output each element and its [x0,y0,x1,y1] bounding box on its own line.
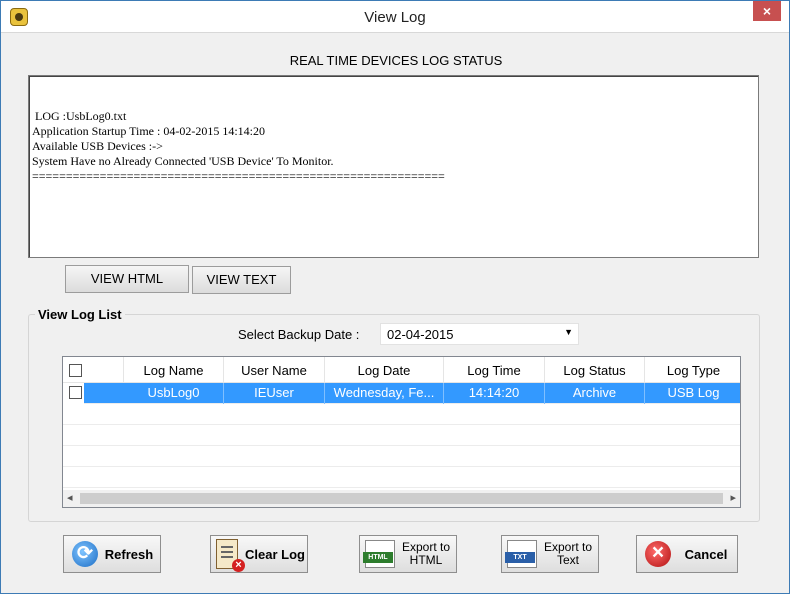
window-title: View Log [364,9,426,26]
refresh-label: Refresh [104,546,154,562]
backup-date-value: 02-04-2015 [387,327,454,342]
title-bar: View Log × [1,1,789,33]
cancel-label: Cancel [684,546,728,562]
close-icon[interactable]: × [753,1,781,21]
scrollbar-thumb[interactable] [80,493,723,504]
select-all-column [63,357,124,382]
export-text-label: Export to Text [543,540,593,567]
select-all-checkbox[interactable] [69,364,82,377]
export-text-button[interactable]: Export to Text [501,535,599,573]
refresh-button[interactable]: Refresh [63,535,161,573]
horizontal-scrollbar[interactable]: ◂ ▸ [63,490,740,507]
cancel-button[interactable]: Cancel [636,535,738,573]
log-text-area[interactable]: LOG :UsbLog0.txt Application Startup Tim… [28,75,759,258]
clear-log-button[interactable]: Clear Log [210,535,308,573]
table-header: Log Name User Name Log Date Log Time Log… [63,357,740,383]
view-text-button[interactable]: VIEW TEXT [192,266,291,294]
empty-row [63,446,740,467]
cell-log-name: UsbLog0 [124,383,224,404]
view-log-window: View Log × REAL TIME DEVICES LOG STATUS … [0,0,790,594]
export-html-label: Export to HTML [401,540,451,567]
empty-row [63,404,740,425]
clear-log-icon [216,539,245,572]
column-header-log-status[interactable]: Log Status [545,357,645,382]
empty-row [63,467,740,488]
empty-row [63,425,740,446]
column-header-log-date[interactable]: Log Date [325,357,444,382]
export-html-button[interactable]: Export to HTML [359,535,457,573]
cell-log-type: USB Log [667,385,720,400]
cell-log-date: Wednesday, Fe... [325,383,444,404]
column-header-log-time[interactable]: Log Time [444,357,545,382]
chevron-down-icon[interactable]: ▼ [564,327,573,337]
column-header-log-name[interactable]: Log Name [124,357,224,382]
cell-log-status: Archive [545,383,645,404]
scroll-right-icon[interactable]: ▸ [730,491,736,504]
txt-file-icon [505,540,537,568]
column-header-user-name[interactable]: User Name [224,357,325,382]
backup-date-select[interactable]: 02-04-2015 ▼ [380,323,579,345]
cell-log-time: 14:14:20 [444,383,545,404]
section-title: REAL TIME DEVICES LOG STATUS [289,53,503,68]
backup-date-label: Select Backup Date : [238,327,360,342]
row-checkbox-cell [63,383,84,404]
view-html-button[interactable]: VIEW HTML [65,265,189,293]
log-table: Log Name User Name Log Date Log Time Log… [62,356,741,508]
log-list-group-label: View Log List [35,307,125,322]
cancel-icon [645,541,671,567]
refresh-icon [72,541,98,567]
scroll-left-icon[interactable]: ◂ [67,491,73,504]
table-row[interactable]: UsbLog0 IEUser Wednesday, Fe... 14:14:20… [63,383,740,404]
cell-user-name: IEUser [224,383,325,404]
html-file-icon [363,540,395,568]
row-checkbox[interactable] [69,386,82,399]
clear-log-label: Clear Log [245,546,305,562]
column-header-log-type[interactable]: Log Type [645,357,740,382]
